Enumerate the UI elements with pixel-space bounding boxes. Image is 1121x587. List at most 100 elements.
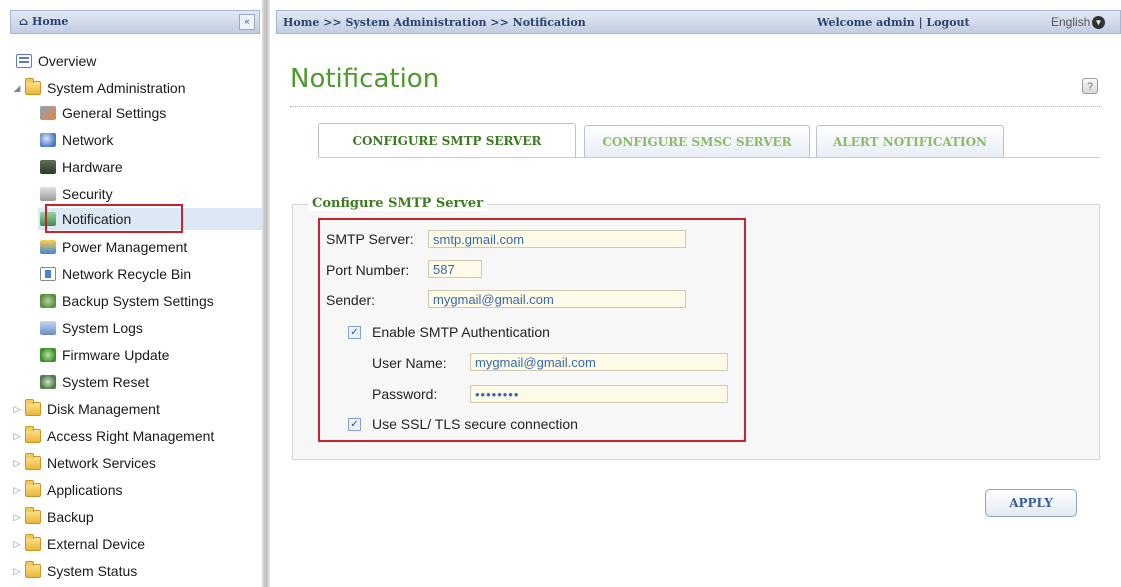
folder-icon xyxy=(25,507,41,524)
sidebar-item-label: Network Services xyxy=(47,455,156,471)
chevron-down-icon[interactable]: ▼ xyxy=(1092,16,1105,29)
sidebar-item-overview[interactable]: Overview xyxy=(16,50,96,72)
tab-configure-smtp-server[interactable]: CONFIGURE SMTP SERVER xyxy=(318,123,576,157)
sidebar-item-label: Firmware Update xyxy=(62,347,170,363)
collapsed-arrow-icon[interactable]: ▷ xyxy=(12,485,22,496)
sidebar-item-label: Network Recycle Bin xyxy=(62,266,192,282)
language-select[interactable]: English xyxy=(1051,15,1090,29)
sidebar-item-network-recycle-bin[interactable]: Network Recycle Bin xyxy=(40,263,191,285)
top-bar: Home >> System Administration >> Notific… xyxy=(276,10,1121,34)
smtp-server-label: SMTP Server: xyxy=(326,231,414,247)
sidebar-item-general-settings[interactable]: General Settings xyxy=(40,102,166,124)
section-title: Configure SMTP Server xyxy=(308,196,488,211)
recycle-bin-icon xyxy=(40,267,56,281)
sidebar-item-label: Backup xyxy=(47,509,94,525)
backup-icon xyxy=(40,294,56,308)
smtp-server-input[interactable] xyxy=(428,230,686,248)
folder-icon xyxy=(25,561,41,578)
sidebar-item-label: Network xyxy=(62,132,114,148)
sidebar-item-label: Applications xyxy=(47,482,123,498)
sidebar-item-external-device[interactable]: ▷ External Device xyxy=(12,533,145,555)
sidebar-item-backup-system-settings[interactable]: Backup System Settings xyxy=(40,290,214,312)
network-icon xyxy=(40,133,56,147)
username-input[interactable] xyxy=(470,353,728,371)
password-label: Password: xyxy=(372,386,438,402)
sidebar-header-title: ⌂ Home xyxy=(19,15,69,28)
folder-icon xyxy=(25,399,41,416)
reset-icon xyxy=(40,375,56,389)
home-label: Home xyxy=(32,15,69,28)
sidebar-item-power-management[interactable]: Power Management xyxy=(40,236,187,258)
port-number-label: Port Number: xyxy=(326,262,410,278)
enable-smtp-auth-checkbox[interactable]: ✓ xyxy=(348,326,361,339)
apply-button[interactable]: APPLY xyxy=(985,489,1077,517)
sidebar-item-system-logs[interactable]: System Logs xyxy=(40,317,143,339)
sidebar-item-label: Access Right Management xyxy=(47,428,215,444)
sidebar-item-label: External Device xyxy=(47,536,146,552)
notification-icon xyxy=(40,212,56,226)
sidebar-item-system-reset[interactable]: System Reset xyxy=(40,371,149,393)
username-label: User Name: xyxy=(372,355,447,371)
sidebar-item-disk-management[interactable]: ▷ Disk Management xyxy=(12,398,160,420)
sidebar-item-label: System Administration xyxy=(47,80,186,96)
sidebar-item-access-right-management[interactable]: ▷ Access Right Management xyxy=(12,425,214,447)
logs-icon xyxy=(40,321,56,335)
collapsed-arrow-icon[interactable]: ▷ xyxy=(12,566,22,577)
collapsed-arrow-icon[interactable]: ▷ xyxy=(12,512,22,523)
sidebar: ⌂ Home « Overview ◢ System Administratio… xyxy=(0,0,262,587)
page-title: Notification xyxy=(290,64,440,94)
collapsed-arrow-icon[interactable]: ▷ xyxy=(12,431,22,442)
security-icon xyxy=(40,187,56,201)
folder-icon xyxy=(25,453,41,470)
sidebar-item-network[interactable]: Network xyxy=(40,129,113,151)
firmware-icon xyxy=(40,348,56,362)
use-ssl-tls-label: Use SSL/ TLS secure connection xyxy=(372,416,578,432)
sidebar-header: ⌂ Home « xyxy=(10,10,260,34)
sidebar-item-label: General Settings xyxy=(62,105,167,121)
folder-icon xyxy=(25,534,41,551)
tab-alert-notification[interactable]: ALERT NOTIFICATION xyxy=(816,125,1004,157)
sidebar-item-label: Security xyxy=(62,186,113,202)
folder-icon xyxy=(25,78,41,95)
sidebar-splitter[interactable] xyxy=(262,0,270,587)
title-divider xyxy=(290,106,1100,107)
power-icon xyxy=(40,240,56,254)
sidebar-item-system-status[interactable]: ▷ System Status xyxy=(12,560,137,582)
sidebar-item-applications[interactable]: ▷ Applications xyxy=(12,479,123,501)
sidebar-item-notification[interactable]: Notification xyxy=(38,208,262,230)
general-settings-icon xyxy=(40,106,56,120)
collapsed-arrow-icon[interactable]: ▷ xyxy=(12,458,22,469)
port-number-input[interactable] xyxy=(428,260,482,278)
sidebar-item-label: Disk Management xyxy=(47,401,160,417)
sidebar-item-security[interactable]: Security xyxy=(40,183,113,205)
sidebar-item-label: Hardware xyxy=(62,159,123,175)
sidebar-item-label: Overview xyxy=(38,53,97,69)
folder-icon xyxy=(25,426,41,443)
overview-icon xyxy=(16,54,32,68)
password-input[interactable]: •••••••• xyxy=(470,385,728,403)
tab-configure-smsc-server[interactable]: CONFIGURE SMSC SERVER xyxy=(584,125,810,157)
collapsed-arrow-icon[interactable]: ▷ xyxy=(12,539,22,550)
breadcrumb: Home >> System Administration >> Notific… xyxy=(283,16,586,29)
sidebar-item-hardware[interactable]: Hardware xyxy=(40,156,123,178)
sidebar-item-label: System Reset xyxy=(62,374,150,390)
sidebar-item-firmware-update[interactable]: Firmware Update xyxy=(40,344,169,366)
welcome-logout-link[interactable]: Welcome admin | Logout xyxy=(817,16,970,29)
sender-input[interactable] xyxy=(428,290,686,308)
help-icon[interactable]: ? xyxy=(1082,78,1098,94)
use-ssl-tls-checkbox[interactable]: ✓ xyxy=(348,418,361,431)
sidebar-item-label: System Status xyxy=(47,563,138,579)
sidebar-item-label: System Logs xyxy=(62,320,143,336)
expanded-arrow-icon[interactable]: ◢ xyxy=(12,83,22,94)
tab-strip-line xyxy=(318,157,1100,158)
collapse-sidebar-button[interactable]: « xyxy=(239,14,255,30)
sidebar-item-label: Power Management xyxy=(62,239,188,255)
sidebar-item-backup[interactable]: ▷ Backup xyxy=(12,506,94,528)
sidebar-item-network-services[interactable]: ▷ Network Services xyxy=(12,452,156,474)
enable-smtp-auth-label: Enable SMTP Authentication xyxy=(372,324,550,340)
sidebar-item-system-administration[interactable]: ◢ System Administration xyxy=(12,77,186,99)
sidebar-item-label: Backup System Settings xyxy=(62,293,214,309)
collapsed-arrow-icon[interactable]: ▷ xyxy=(12,404,22,415)
sidebar-item-label: Notification xyxy=(62,211,132,227)
hardware-icon xyxy=(40,160,56,174)
